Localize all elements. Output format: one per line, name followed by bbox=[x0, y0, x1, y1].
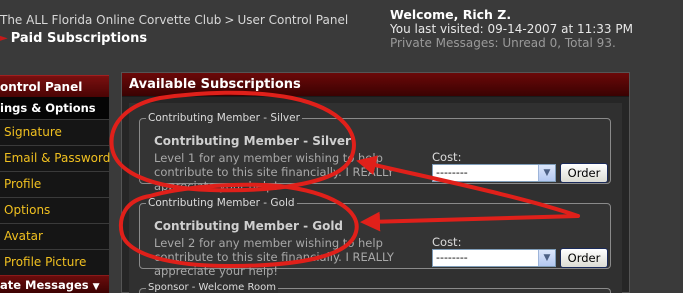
last-visited-text: You last visited: 09-14-2007 at 11:33 PM bbox=[390, 22, 633, 36]
page-title-row: ► Paid Subscriptions bbox=[0, 30, 147, 46]
chevron-down-icon[interactable]: ▼ bbox=[538, 250, 555, 266]
chevron-down-icon[interactable]: ▼ bbox=[538, 165, 555, 181]
control-panel-sidebar: ontrol Panel ings & Options Signature Em… bbox=[0, 75, 110, 293]
subscription-description: Level 2 for any member wishing to help c… bbox=[154, 236, 394, 278]
breadcrumb-current: User Control Panel bbox=[237, 13, 349, 27]
subscription-legend: Contributing Member - Silver bbox=[148, 112, 300, 124]
subscription-legend: Contributing Member - Gold bbox=[148, 197, 295, 209]
subscription-title: Contributing Member - Gold bbox=[154, 219, 344, 233]
available-subscriptions-heading: Available Subscriptions bbox=[122, 73, 629, 97]
top-header: The ALL Florida Online Corvette Club > Use… bbox=[0, 0, 683, 66]
private-messages-link[interactable]: Private Messages: Unread 0, Total 93. bbox=[390, 36, 633, 50]
private-messages-heading-label: ate Messages bbox=[0, 278, 89, 292]
sidebar-item-email-password[interactable]: Email & Password bbox=[0, 145, 110, 171]
red-arrow-icon: ► bbox=[0, 32, 8, 44]
subscription-sponsor: Sponsor - Welcome Room bbox=[139, 282, 611, 293]
subscription-legend: Sponsor - Welcome Room bbox=[146, 282, 278, 293]
welcome-panel: Welcome, Rich Z. You last visited: 09-14… bbox=[390, 7, 633, 51]
cost-select-value: -------- bbox=[436, 251, 468, 264]
sidebar-item-profile-picture[interactable]: Profile Picture bbox=[0, 249, 109, 275]
page-title: Paid Subscriptions bbox=[10, 30, 148, 46]
cost-select[interactable]: -------- ▼ bbox=[432, 249, 556, 267]
cost-select-value: -------- bbox=[436, 166, 468, 179]
order-button[interactable]: Order bbox=[560, 248, 608, 268]
subscription-title: Contributing Member - Silver bbox=[154, 134, 351, 148]
sidebar-item-options[interactable]: Options bbox=[0, 197, 109, 223]
available-subscriptions-panel: Available Subscriptions Contributing Mem… bbox=[121, 72, 630, 293]
subscription-silver: Contributing Member - Silver Contributin… bbox=[139, 112, 611, 193]
sidebar-item-signature[interactable]: Signature bbox=[0, 119, 109, 145]
sidebar-section-heading: ings & Options bbox=[0, 97, 109, 119]
cost-select[interactable]: -------- ▼ bbox=[432, 164, 556, 182]
cost-label: Cost: bbox=[432, 235, 462, 249]
triangle-down-icon[interactable]: ▼ bbox=[93, 282, 100, 292]
order-button[interactable]: Order bbox=[560, 163, 608, 183]
subscription-description: Level 1 for any member wishing to help c… bbox=[154, 151, 394, 193]
cost-label: Cost: bbox=[432, 150, 462, 164]
welcome-greeting: Welcome, Rich Z. bbox=[390, 7, 512, 22]
subscriptions-list: Contributing Member - Silver Contributin… bbox=[129, 103, 622, 293]
sidebar-item-profile[interactable]: Profile bbox=[0, 171, 109, 197]
sidebar-private-messages-heading[interactable]: ate Messages ▼ bbox=[0, 275, 109, 293]
breadcrumb-separator: > bbox=[224, 13, 235, 27]
page-background-right bbox=[632, 66, 683, 293]
sidebar-heading: ontrol Panel bbox=[0, 75, 109, 97]
subscription-gold: Contributing Member - Gold Contributing … bbox=[139, 197, 611, 278]
sidebar-item-avatar[interactable]: Avatar bbox=[0, 223, 109, 249]
breadcrumb: The ALL Florida Online Corvette Club > Use… bbox=[0, 13, 348, 27]
breadcrumb-site-link[interactable]: The ALL Florida Online Corvette Club bbox=[0, 13, 221, 27]
